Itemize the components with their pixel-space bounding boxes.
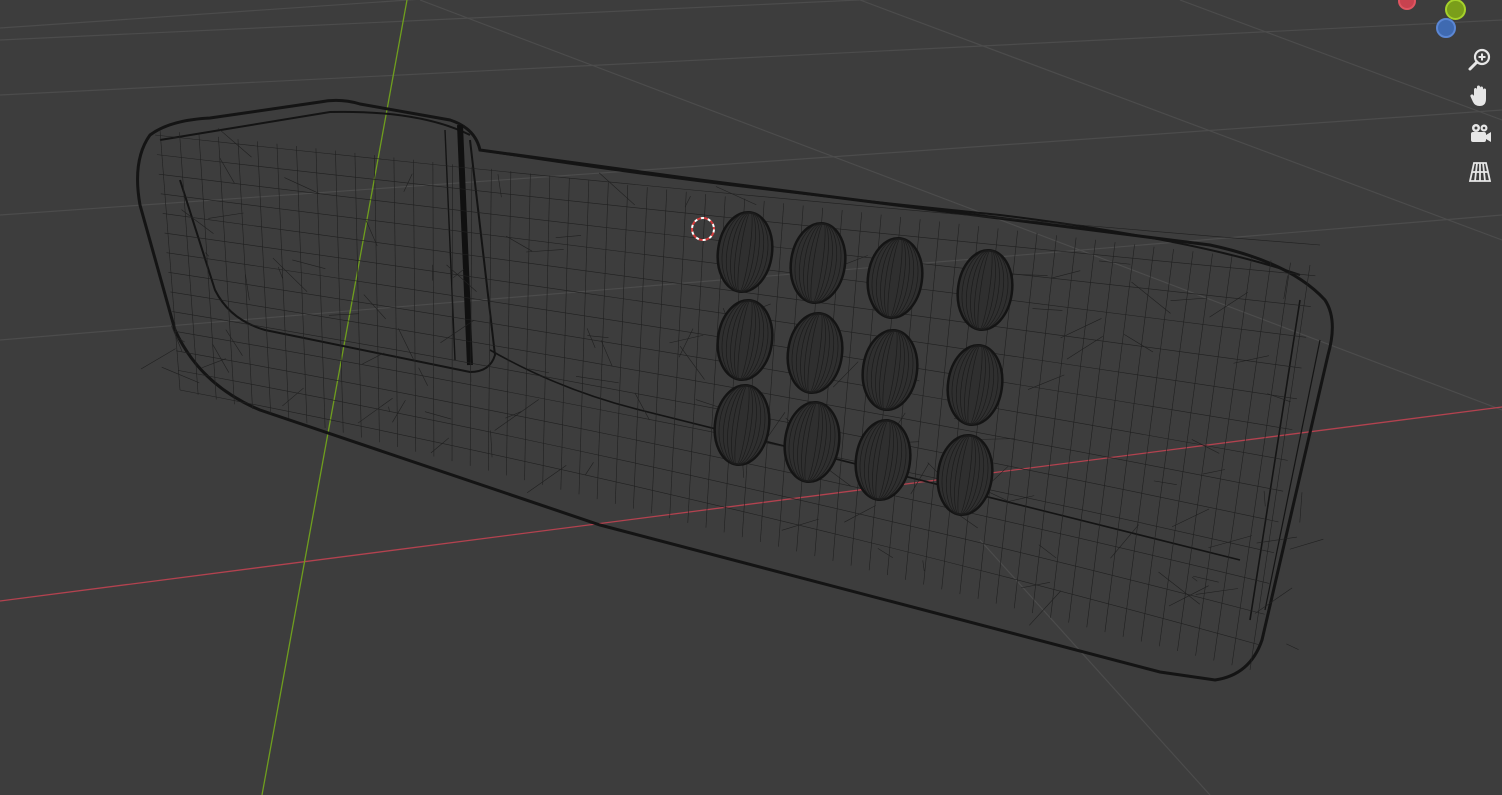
3d-viewport[interactable] [0,0,1502,795]
keypad-buttons [710,209,1018,519]
viewport-scene[interactable] [0,0,1502,795]
keypad-button [783,310,848,397]
zoom-icon[interactable] [1463,43,1497,77]
keypad-button [858,327,923,414]
keypad-button [713,297,778,384]
keypad-button [710,382,775,469]
gizmo-z-axis[interactable] [1436,18,1456,38]
keypad-button [933,432,998,519]
hand-icon[interactable] [1463,79,1497,113]
camera-icon[interactable] [1463,117,1497,151]
grid-icon[interactable] [1463,155,1497,189]
3d-cursor[interactable] [690,216,716,242]
gizmo-y-axis[interactable] [1445,0,1466,20]
